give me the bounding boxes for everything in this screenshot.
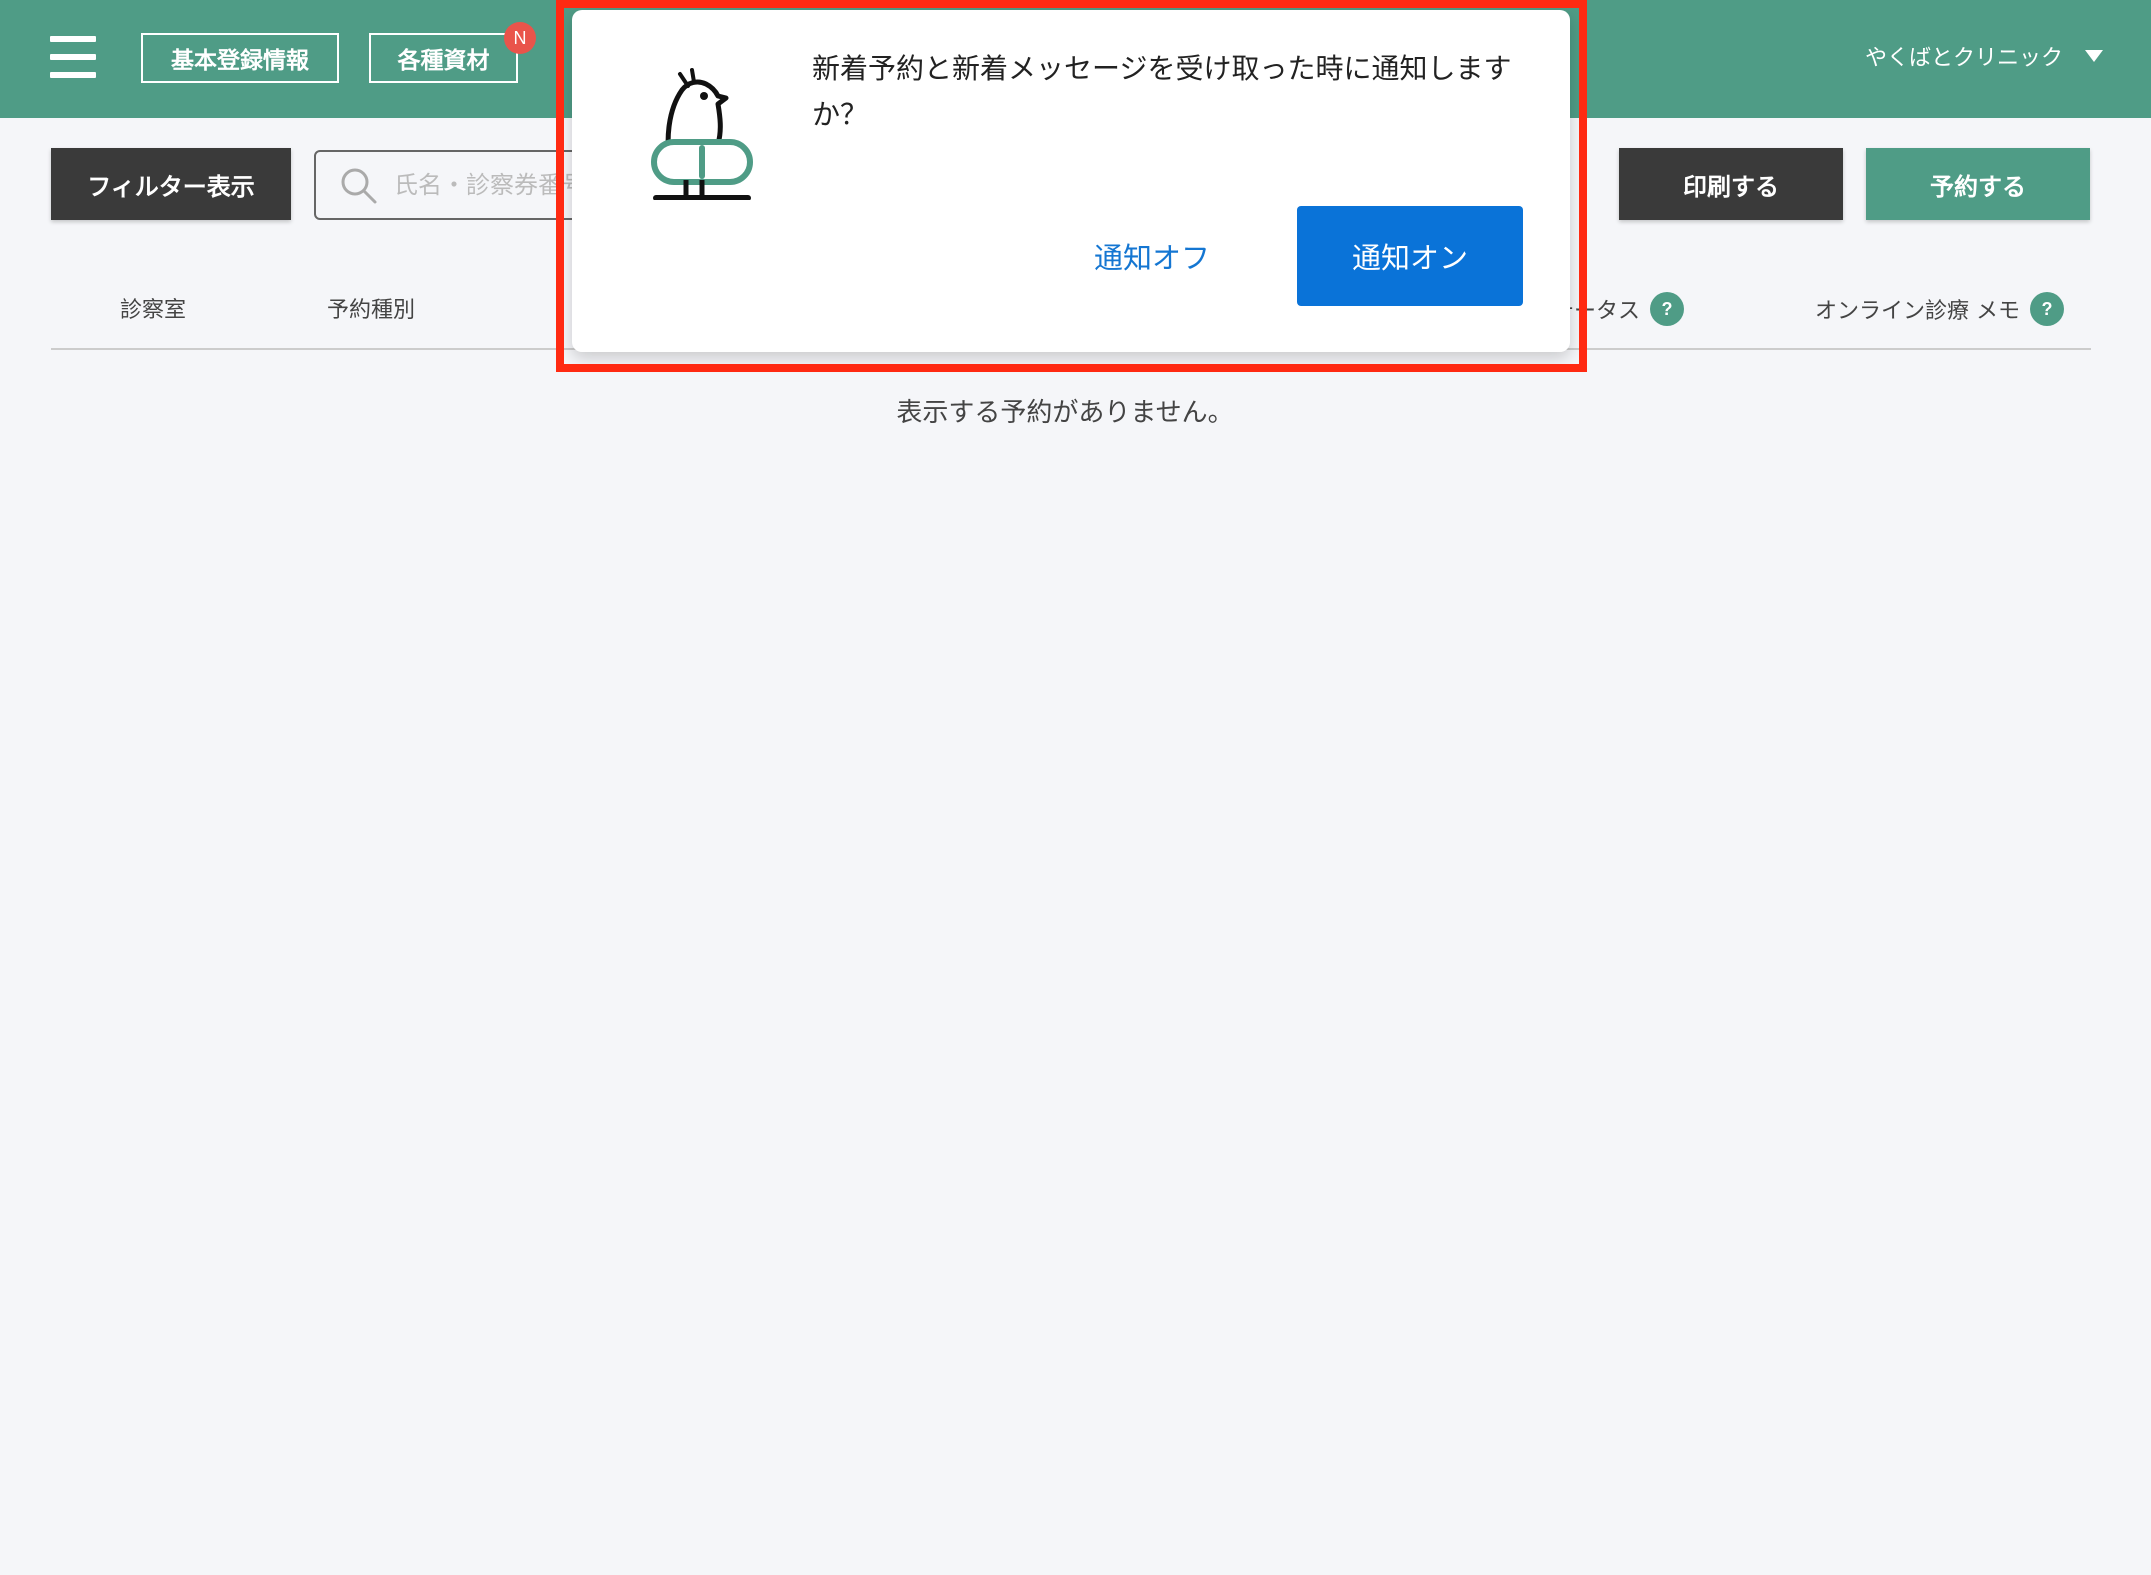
caret-down-icon [2085,50,2103,62]
notification-dialog: 新着予約と新着メッセージを受け取った時に通知しますか？ 通知オフ 通知オン [572,10,1570,352]
search-icon [341,168,377,204]
reserve-button[interactable]: 予約する [1866,148,2090,220]
bird-logo-icon [651,68,753,200]
column-header-online-memo: オンライン診療 メモ ? [1815,292,2064,326]
clinic-menu[interactable]: やくばとクリニック [1865,38,2103,74]
column-label: 予約種別 [327,298,416,323]
help-icon[interactable]: ? [1650,292,1685,326]
dialog-message: 新着予約と新着メッセージを受け取った時に通知しますか？ [812,52,1512,131]
menu-icon[interactable] [50,36,96,78]
notify-on-button[interactable]: 通知オン [1297,206,1523,306]
notify-off-button[interactable]: 通知オフ [1072,206,1232,306]
print-button[interactable]: 印刷する [1619,148,1843,220]
empty-message: 表示する予約がありません。 [896,398,1234,428]
column-label: 診察室 [120,298,187,323]
column-label: オンライン診療 メモ [1815,299,2020,324]
column-header-type: 予約種別 [327,292,415,324]
materials-button[interactable]: 各種資材 [369,33,518,83]
clinic-name: やくばとクリニック [1864,46,2063,71]
filter-button[interactable]: フィルター表示 [51,148,291,220]
help-icon[interactable]: ? [2030,292,2064,326]
column-header-room: 診察室 [120,292,186,324]
new-badge: N [504,22,536,54]
basic-registration-button[interactable]: 基本登録情報 [141,33,339,83]
